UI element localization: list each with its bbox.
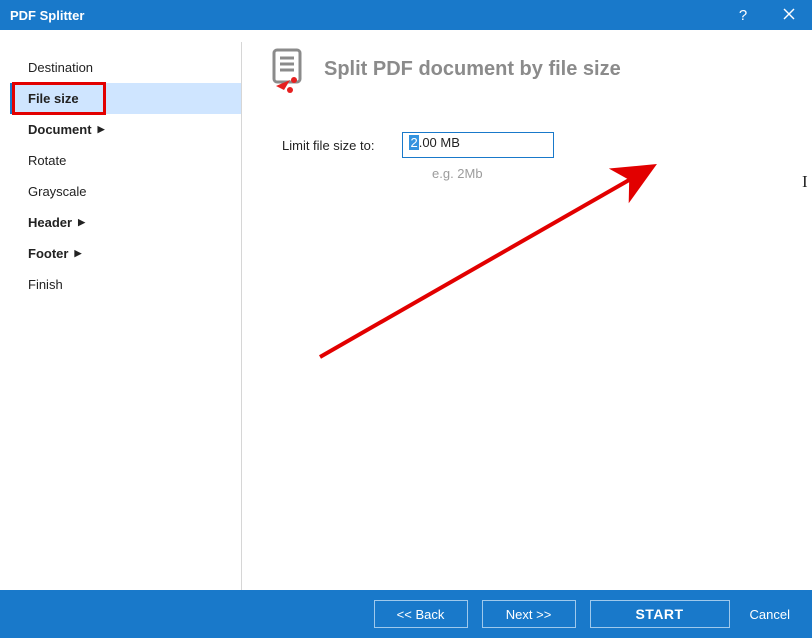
cancel-link[interactable]: Cancel [750,607,790,622]
sidebar-item-label: Footer [28,246,68,261]
close-icon [783,7,795,24]
text-cursor-icon: I [802,172,808,192]
titlebar: PDF Splitter ? [0,0,812,30]
sidebar-item-label: File size [28,91,79,106]
app-title: PDF Splitter [10,8,84,23]
footer-bar: << Back Next >> START Cancel [0,590,812,638]
sidebar-item-grayscale[interactable]: Grayscale [10,176,241,207]
start-button[interactable]: START [590,600,730,628]
limit-size-label: Limit file size to: [282,138,374,153]
input-selection: 2 [409,135,418,150]
help-icon: ? [739,7,747,24]
limit-size-hint: e.g. 2Mb [432,166,782,181]
sidebar-item-destination[interactable]: Destination [10,52,241,83]
help-button[interactable]: ? [720,0,766,30]
sidebar-item-document[interactable]: Document ▶ [10,114,241,145]
sidebar-item-rotate[interactable]: Rotate [10,145,241,176]
content-heading: Split PDF document by file size [324,58,621,81]
sidebar-item-file-size[interactable]: File size [10,83,241,114]
window-controls: ? [720,0,812,30]
sidebar-item-finish[interactable]: Finish [10,269,241,300]
body: Destination File size Document ▶ Rotate … [0,30,812,590]
split-document-icon [268,48,310,90]
back-button[interactable]: << Back [374,600,468,628]
close-button[interactable] [766,0,812,30]
sidebar-list: Destination File size Document ▶ Rotate … [10,52,241,300]
sidebar-item-label: Finish [28,277,63,292]
sidebar-item-label: Destination [28,60,93,75]
chevron-right-icon: ▶ [98,124,105,135]
sidebar-item-label: Header [28,215,72,230]
limit-size-input[interactable]: 2.00 MB [402,132,554,158]
start-button-label: START [635,606,683,622]
sidebar-item-label: Rotate [28,153,66,168]
app-window: PDF Splitter ? Destination File size [0,0,812,638]
chevron-right-icon: ▶ [74,248,81,259]
sidebar-item-label: Grayscale [28,184,87,199]
back-button-label: << Back [397,607,445,622]
sidebar: Destination File size Document ▶ Rotate … [10,42,242,590]
sidebar-item-label: Document [28,122,92,137]
sidebar-item-footer[interactable]: Footer ▶ [10,238,241,269]
form-row: Limit file size to: 2.00 MB [282,132,782,158]
content-header: Split PDF document by file size [268,48,782,90]
next-button-label: Next >> [506,607,552,622]
chevron-right-icon: ▶ [78,217,85,228]
input-rest: .00 MB [419,135,460,150]
next-button[interactable]: Next >> [482,600,576,628]
content-panel: Split PDF document by file size Limit fi… [242,42,802,590]
sidebar-item-header[interactable]: Header ▶ [10,207,241,238]
